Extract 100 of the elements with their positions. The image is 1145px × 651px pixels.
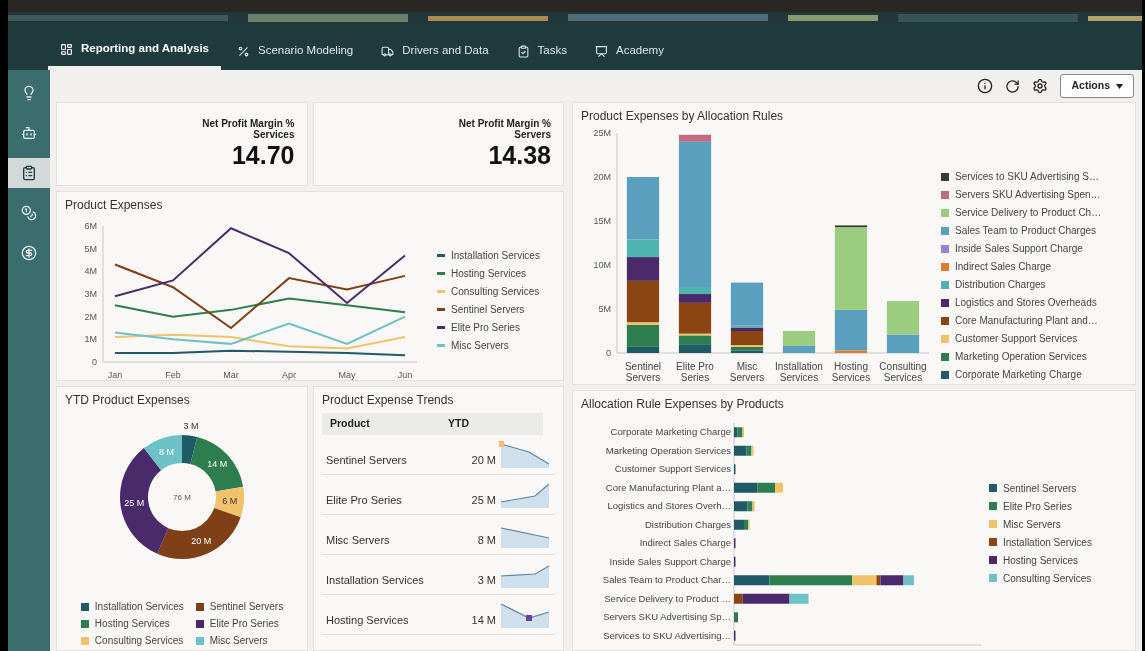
legend-label: Sales Team to Product Charges — [955, 224, 1096, 238]
table-cell-text: Hosting Services — [326, 612, 410, 628]
table-cell-text: Elite Pro Series — [326, 492, 403, 508]
kpi-subtitle: Services — [253, 129, 295, 140]
category-label: Installation Services — [774, 361, 824, 383]
caret-icon — [1116, 83, 1123, 89]
category-label: Servers SKU Advertising Sp… — [603, 611, 731, 623]
slice-label: 20 M — [191, 535, 212, 546]
table-cell-text: 14 M — [470, 612, 496, 628]
category-label: Inside Sales Support Charge — [609, 555, 731, 567]
legend-label: Indirect Sales Charge — [955, 260, 1052, 274]
tick-label: 3M — [84, 289, 97, 299]
category-label: Elite Pro Series — [675, 361, 715, 383]
slice-label: 3 M — [183, 420, 199, 431]
robot-icon — [21, 125, 37, 141]
coins-icon — [21, 205, 37, 221]
clipboard-check-icon — [516, 44, 530, 58]
category-label: Sentinel Servers — [623, 361, 663, 383]
slice-label: 6 M — [222, 495, 238, 506]
tick-label: 6M — [84, 221, 97, 231]
category-label: Service Delivery to Product … — [604, 592, 731, 604]
tick-label: 0 — [92, 357, 97, 367]
legend-label: Elite Pro Series — [1003, 499, 1072, 514]
refresh-icon[interactable] — [1005, 78, 1021, 94]
chart-title: Allocation Rule Expenses by Products — [581, 396, 785, 413]
sidebar-item[interactable] — [8, 158, 50, 188]
dollar-icon — [21, 245, 37, 261]
legend-label: Sentinel Servers — [209, 600, 284, 614]
category-label: Corporate Marketing Charge — [610, 426, 731, 438]
legend-label: Corporate Marketing Charge — [955, 368, 1082, 382]
column-header: Product — [330, 416, 371, 432]
category-label: Apr — [282, 370, 296, 380]
legend-label: Hosting Services — [1003, 553, 1079, 568]
presentation-icon — [595, 44, 608, 58]
clipboard-icon — [21, 165, 37, 181]
slice-label: 14 M — [207, 459, 228, 470]
legend-label: Consulting Services — [94, 634, 184, 648]
table-cell-text: Sentinel Servers — [326, 452, 408, 468]
lightbulb-icon — [21, 85, 37, 101]
legend-label: Consulting Services — [1003, 571, 1092, 586]
tick-label: 10M — [593, 260, 611, 270]
legend-label: Marketing Operation Services — [955, 350, 1087, 364]
tick-label: 15M — [593, 216, 611, 226]
info-icon[interactable] — [977, 78, 994, 94]
category-label: Indirect Sales Charge — [639, 537, 731, 549]
category-label: Sales Team to Product Char… — [602, 574, 731, 586]
legend-label: Consulting Services — [451, 284, 540, 299]
tick-label: 2M — [84, 311, 97, 322]
legend-label: Logistics and Stores Overheads — [955, 296, 1097, 310]
legend-label: Hosting Services — [451, 266, 527, 281]
tick-label: 1M — [84, 334, 97, 345]
tick-label: 25M — [593, 128, 611, 138]
legend-label: Installation Services — [451, 248, 540, 263]
actions-button[interactable]: Actions — [1060, 74, 1134, 98]
kpi-title: Net Profit Margin % — [202, 118, 295, 129]
legend-label: Hosting Services — [94, 617, 170, 631]
table-title: Product Expense Trends — [322, 392, 455, 409]
dashboard-icon — [60, 42, 73, 56]
category-label: Core Manufacturing Plant a… — [605, 481, 731, 493]
tick-label: 20M — [593, 172, 611, 182]
sparkline — [499, 440, 551, 468]
settings-icon[interactable] — [1032, 78, 1049, 94]
percent-icon — [237, 44, 250, 58]
table-cell-text: 20 M — [470, 452, 496, 468]
column-header: YTD — [448, 416, 469, 432]
legend-label: Sentinel Servers — [1003, 481, 1077, 496]
category-label: May — [338, 370, 356, 380]
category-label: Logistics and Stores Overh… — [607, 500, 731, 512]
bar-segment — [678, 344, 712, 353]
table-cell-text: Installation Services — [326, 572, 425, 588]
legend-label: Services to SKU Advertising S… — [955, 170, 1099, 184]
table-cell-text: 8 M — [476, 532, 496, 548]
nav-tab[interactable]: Drivers and Data — [369, 32, 501, 70]
legend-label: Distribution Charges — [955, 278, 1046, 292]
category-label: Distribution Charges — [644, 518, 731, 530]
nav-tab[interactable]: Tasks — [504, 32, 579, 70]
bar-segment — [734, 612, 738, 623]
legend-label: Inside Sales Support Charge — [955, 242, 1083, 256]
category-label: Jan — [107, 370, 123, 380]
kpi-value: 14.38 — [488, 140, 551, 170]
legend-label: Customer Support Services — [955, 332, 1078, 346]
kpi-subtitle: Servers — [514, 129, 551, 140]
legend-label: Elite Pro Series — [451, 320, 520, 335]
category-label: Misc Servers — [728, 361, 766, 383]
donut-total: 76 M — [173, 493, 191, 502]
nav-tab[interactable]: Academy — [583, 32, 676, 70]
tick-label: 0 — [606, 348, 611, 358]
legend-label: Elite Pro Series — [209, 617, 279, 631]
nav-tab[interactable]: Scenario Modeling — [225, 32, 366, 70]
legend-label: Misc Servers — [1003, 517, 1061, 532]
category-label: Mar — [223, 370, 239, 380]
legend-label: Misc Servers — [451, 338, 509, 353]
legend-label: Service Delivery to Product Ch… — [955, 206, 1102, 220]
table-cell-text: Misc Servers — [326, 532, 391, 548]
tick-label: 5M — [84, 243, 97, 254]
slice-label: 8 M — [158, 446, 174, 457]
chart-title: YTD Product Expenses — [65, 392, 191, 409]
kpi-value: 14.70 — [231, 140, 295, 170]
legend-label: Core Manufacturing Plant and… — [955, 314, 1098, 328]
category-label: Feb — [165, 370, 181, 380]
